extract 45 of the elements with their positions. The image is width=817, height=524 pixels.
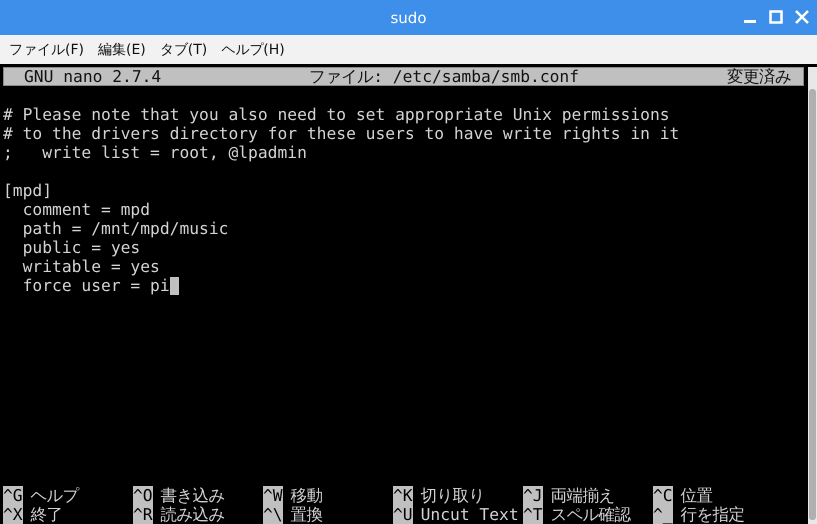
window-title: sudo	[390, 8, 427, 26]
shortcut-label: 読み込み	[160, 505, 225, 524]
shortcut-key: ^J	[523, 486, 543, 505]
code-line: force user = pi	[22, 276, 170, 295]
shortcut-key: ^K	[393, 486, 413, 505]
scrollbar-thumb[interactable]	[809, 89, 816, 520]
file-label: ファイル: /etc/samba/smb.conf	[309, 66, 580, 88]
shortcut-key: ^X	[3, 505, 23, 524]
shortcut-label: 行を指定	[680, 505, 745, 524]
modified-status: 変更済み	[727, 66, 791, 88]
menu-item[interactable]: ヘルプ(H)	[221, 40, 285, 58]
code-line: ; write list = root, @lpadmin	[3, 143, 307, 162]
shortcut-key: ^W	[263, 486, 283, 505]
shortcut-label: Uncut Text	[420, 505, 519, 524]
shortcut-label: ヘルプ	[30, 486, 79, 505]
shortcut-label: 終了	[30, 505, 63, 524]
shortcut-label: 移動	[290, 486, 323, 505]
code-line: public = yes	[22, 238, 140, 257]
shortcut-key: ^C	[653, 486, 673, 505]
code-line: writable = yes	[22, 257, 160, 276]
shortcut-label: 書き込み	[160, 486, 225, 505]
shortcut-key: ^G	[3, 486, 23, 505]
version-label: GNU nano 2.7.4	[24, 67, 162, 86]
shortcut-label: スペル確認	[550, 505, 631, 524]
shortcut-label: 位置	[680, 486, 713, 505]
shortcut-key: ^O	[133, 486, 153, 505]
code-line: path = /mnt/mpd/music	[22, 219, 228, 238]
shortcut-label: 切り取り	[420, 486, 485, 505]
code-line: # Please note that you also need to set appropriate Unix permissions	[3, 105, 670, 124]
close-icon[interactable]	[795, 10, 809, 24]
scrollbar[interactable]	[808, 67, 817, 524]
shortcut-key: ^T	[523, 505, 543, 524]
shortcut-label: 置換	[290, 505, 323, 524]
shortcut-key: ^R	[133, 505, 153, 524]
menu-item[interactable]: 編集(E)	[98, 40, 146, 58]
menu-item[interactable]: ファイル(F)	[9, 40, 84, 58]
shortcut-label: 両端揃え	[550, 486, 615, 505]
shortcut-key: ^\	[263, 505, 283, 524]
shortcut-key: ^U	[393, 505, 413, 524]
shortcut-key: ^_	[653, 505, 673, 524]
menu-item[interactable]: タブ(T)	[160, 40, 208, 58]
code-line: # to the drivers directory for these users to have write rights in it	[3, 124, 680, 143]
maximize-icon[interactable]	[769, 10, 783, 24]
code-line: comment = mpd	[22, 200, 150, 219]
code-line: [mpd]	[3, 181, 52, 200]
